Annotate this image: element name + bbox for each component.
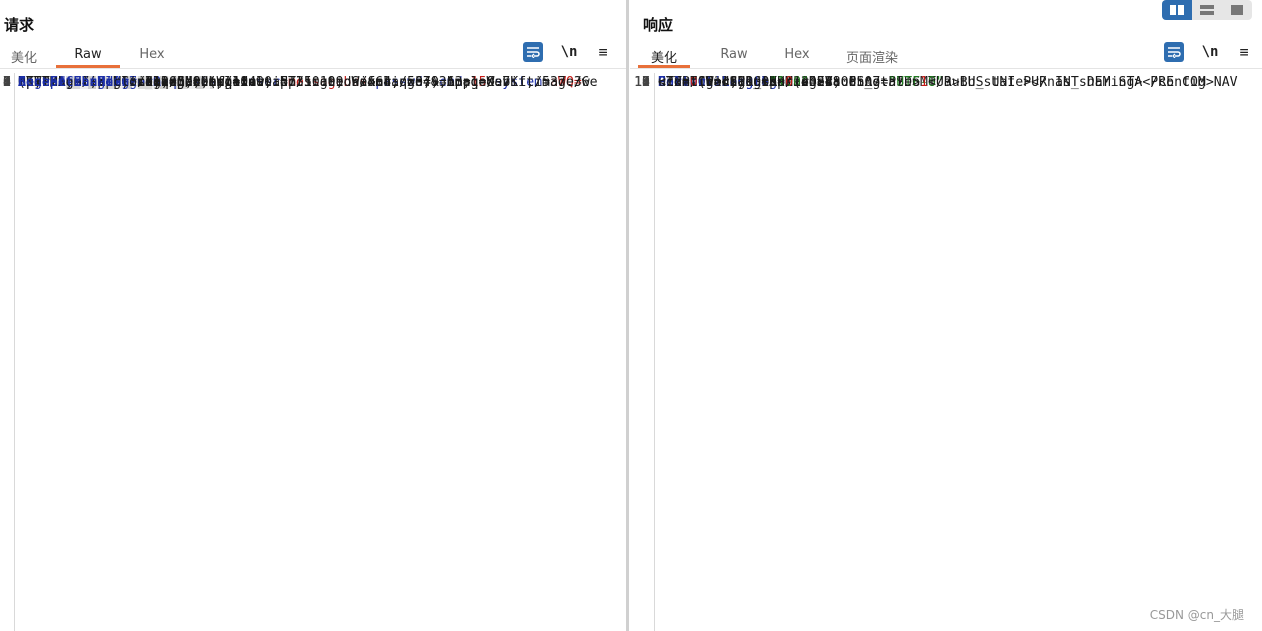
show-newlines-button[interactable]: \n bbox=[1202, 44, 1219, 60]
tab-separator bbox=[630, 68, 1262, 69]
token: </auth_state></nas_sharing></config> bbox=[927, 75, 1214, 90]
menu-icon[interactable]: ≡ bbox=[595, 43, 611, 61]
line-gutter bbox=[0, 73, 15, 631]
line-text: Connection: close bbox=[18, 73, 153, 93]
token: 1 bbox=[920, 75, 928, 90]
response-pane: 响应 美化 Raw Hex 页面渲染 \n ≡ 1 HTTP/1.1 200 OK… bbox=[630, 0, 1262, 631]
line-number: 8 bbox=[3, 75, 11, 90]
response-toolbar: \n ≡ bbox=[1164, 42, 1252, 62]
tab-pretty[interactable]: 美化 bbox=[638, 44, 690, 68]
word-wrap-icon[interactable] bbox=[1164, 42, 1184, 62]
watermark: CSDN @cn_大腿 bbox=[1149, 608, 1244, 622]
response-title: 响应 bbox=[643, 16, 674, 34]
token: : close bbox=[97, 75, 153, 90]
tab-hex[interactable]: Hex bbox=[772, 44, 822, 68]
token: : zh-CN,zh;q=0.9 bbox=[137, 75, 265, 90]
tab-pretty[interactable]: 美化 bbox=[0, 44, 48, 68]
tab-hex[interactable]: Hex bbox=[120, 44, 184, 68]
tab-raw[interactable]: Raw bbox=[696, 44, 772, 68]
menu-icon[interactable]: ≡ bbox=[1236, 43, 1252, 61]
token: Connection bbox=[18, 75, 98, 90]
request-pane: 请求 美化 Raw Hex \n ≡ 1GET /cgi-bin/nas_sha… bbox=[0, 0, 626, 631]
split-vertical-icon[interactable] bbox=[1192, 0, 1222, 20]
show-newlines-button[interactable]: \n bbox=[561, 44, 578, 60]
word-wrap-icon[interactable] bbox=[523, 42, 543, 62]
request-title: 请求 bbox=[4, 16, 35, 34]
single-pane-icon[interactable] bbox=[1222, 0, 1252, 20]
layout-switch bbox=[1162, 0, 1252, 20]
pane-divider[interactable] bbox=[626, 0, 629, 631]
tab-raw[interactable]: Raw bbox=[56, 44, 120, 68]
tab-render[interactable]: 页面渲染 bbox=[822, 44, 922, 68]
token: <config><nas_sharing><auth_state> bbox=[658, 75, 921, 90]
tab-separator bbox=[0, 68, 626, 69]
response-tabs: 美化 Raw Hex 页面渲染 bbox=[638, 44, 922, 68]
split-horizontal-icon[interactable] bbox=[1162, 0, 1192, 20]
request-tabs: 美化 Raw Hex bbox=[0, 44, 184, 68]
line-text: <config><nas_sharing><auth_state>1</auth… bbox=[658, 73, 1214, 93]
line-number: 12 bbox=[634, 75, 650, 90]
request-toolbar: \n ≡ bbox=[523, 42, 611, 62]
line-gutter bbox=[630, 73, 655, 631]
